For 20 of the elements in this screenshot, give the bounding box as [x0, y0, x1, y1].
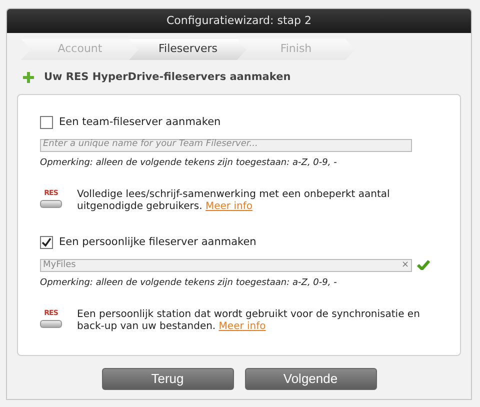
- description-text: Een persoonlijk station dat wordt gebruikt voor de synchronisatie en back-up van uw bestanden. Meer info: [77, 309, 421, 334]
- checkbox[interactable]: [40, 116, 53, 130]
- description-text: Volledige lees/schrijf-samenwerking met een onbeperkt aantal uitgenodigde gebruikers. Meer info: [77, 189, 391, 213]
- clear-button[interactable]: ×: [401, 260, 409, 270]
- more-info-link[interactable]: Meer info: [218, 321, 266, 332]
- nav-button[interactable]: Terug: [102, 368, 234, 390]
- name-input-field[interactable]: Enter a unique name for your Team Fileserver...: [40, 138, 412, 152]
- checkbox[interactable]: [40, 236, 53, 250]
- checkbox-label: Een team-fileserver aanmaken: [59, 114, 221, 130]
- note-text: Opmerking: alleen de volgende tekens zijn toegestaan: a-Z, 0-9, -: [40, 276, 338, 290]
- nav-button[interactable]: Volgende: [244, 368, 376, 390]
- more-info-link[interactable]: Meer info: [206, 201, 252, 212]
- window-title: Configuratiewizard: stap 2: [7, 9, 471, 33]
- plus-icon: [23, 72, 34, 84]
- note-text: Opmerking: alleen de volgende tekens zijn toegestaan: a-Z, 0-9, -: [40, 156, 338, 170]
- section-heading: Uw RES HyperDrive-fileservers aanmaken: [44, 70, 291, 85]
- wizard-step-tab[interactable]: Finish: [237, 39, 355, 60]
- wizard-step-tab[interactable]: Fileservers: [129, 39, 247, 60]
- checkbox-label: Een persoonlijke fileserver aanmaken: [59, 235, 256, 250]
- name-input-field[interactable]: MyFiles ×: [40, 258, 412, 272]
